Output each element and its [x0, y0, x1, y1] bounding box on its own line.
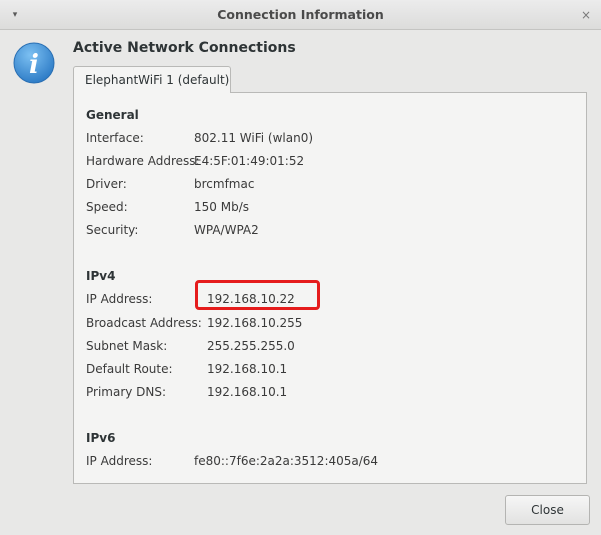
title-bar: ▾ Connection Information × — [0, 0, 601, 30]
general-hardware-address-value: E4:5F:01:49:01:52 — [194, 154, 305, 168]
close-button[interactable]: Close — [505, 495, 590, 525]
general-security-value: WPA/WPA2 — [194, 223, 259, 237]
ipv4-default-route-label: Default Route: — [86, 362, 173, 376]
ipv4-subnet-mask-label: Subnet Mask: — [86, 339, 168, 353]
section-ipv6-title: IPv6 — [86, 431, 116, 445]
page-title: Active Network Connections — [73, 40, 296, 56]
ipv4-primary-dns-value: 192.168.10.1 — [207, 385, 288, 399]
section-general-title: General — [86, 108, 139, 122]
ipv4-ip-address-value: 192.168.10.22 — [207, 292, 295, 306]
ipv6-ip-address-value: fe80::7f6e:2a2a:3512:405a/64 — [194, 454, 379, 468]
window-close-icon[interactable]: × — [579, 8, 593, 22]
general-speed-value: 150 Mb/s — [194, 200, 249, 214]
general-hardware-address-label: Hardware Address: — [86, 154, 200, 168]
ipv4-default-route-value: 192.168.10.1 — [207, 362, 288, 376]
section-ipv4-title: IPv4 — [86, 269, 116, 283]
window-title: Connection Information — [217, 7, 384, 22]
ipv4-primary-dns-label: Primary DNS: — [86, 385, 167, 399]
svg-text:i: i — [29, 50, 39, 80]
ipv4-broadcast-address-label: Broadcast Address: — [86, 316, 202, 330]
info-icon: i — [13, 42, 55, 84]
general-security-label: Security: — [86, 223, 139, 237]
ipv4-broadcast-address-value: 192.168.10.255 — [207, 316, 303, 330]
general-driver-value: brcmfmac — [194, 177, 255, 191]
ipv4-subnet-mask-value: 255.255.255.0 — [207, 339, 295, 353]
general-interface-value: 802.11 WiFi (wlan0) — [194, 131, 314, 145]
tab-connection[interactable]: ElephantWiFi 1 (default) — [73, 66, 231, 93]
general-speed-label: Speed: — [86, 200, 128, 214]
ipv4-ip-address-label: IP Address: — [86, 292, 153, 306]
connection-details-panel: General Interface: 802.11 WiFi (wlan0) H… — [73, 92, 587, 484]
ipv6-ip-address-label: IP Address: — [86, 454, 153, 468]
general-driver-label: Driver: — [86, 177, 127, 191]
general-interface-label: Interface: — [86, 131, 144, 145]
